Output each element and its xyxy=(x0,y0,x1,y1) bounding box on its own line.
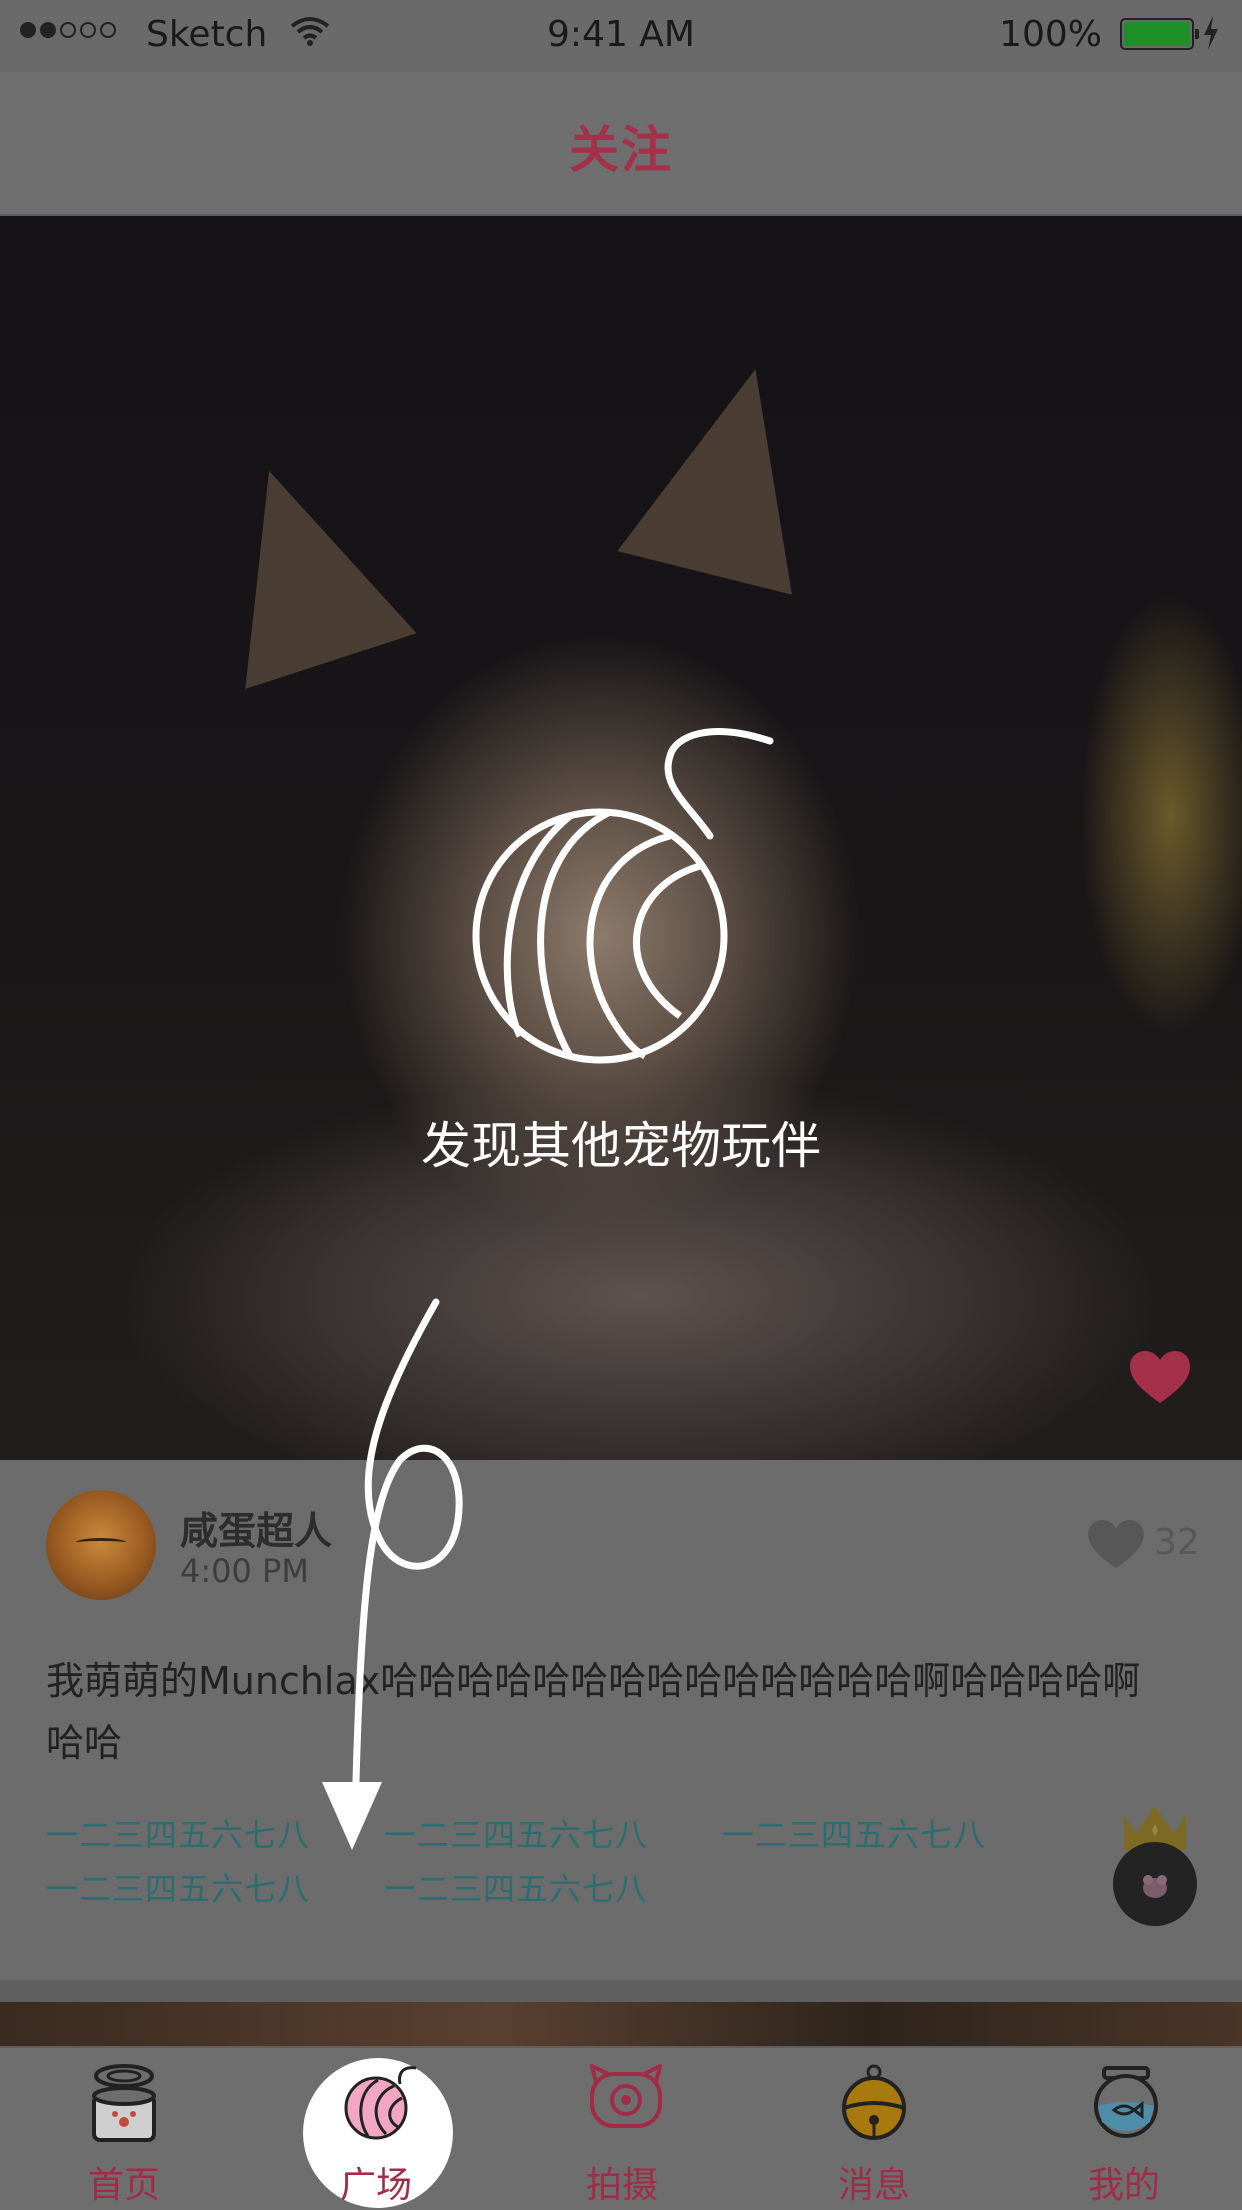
navigation-bar: 关注 xyxy=(0,72,1242,216)
post-card[interactable]: 咸蛋超人 4:00 PM 32 我萌萌的Munchlax哈哈哈哈哈哈哈哈哈哈哈哈… xyxy=(0,1460,1242,1980)
pet-food-can-icon xyxy=(92,2064,156,2142)
tab-label: 拍摄 xyxy=(585,2165,658,2206)
tab-label: 消息 xyxy=(837,2165,910,2206)
tag-link[interactable]: 一二三四五六七八 xyxy=(384,1810,664,1856)
like-count: 32 xyxy=(1154,1522,1200,1563)
tag-link[interactable]: 一二三四五六七八 xyxy=(384,1864,664,1910)
battery-percentage: 100% xyxy=(999,14,1102,55)
divider xyxy=(0,1980,1242,2002)
yarn-ball-icon xyxy=(472,728,774,1064)
tag-link[interactable]: 一二三四五六七八 xyxy=(722,1810,1002,1856)
next-post-image[interactable] xyxy=(0,2002,1242,2046)
tag-list: 一二三四五六七八 一二三四五六七八 一二三四五六七八 一二三四五六七八 一二三四… xyxy=(46,1810,1066,1910)
tab-mine[interactable]: 我的 xyxy=(1024,2048,1224,2210)
tab-home[interactable]: 首页 xyxy=(24,2048,224,2210)
tab-bar: 首页 广场 拍摄 消息 我的 xyxy=(0,2046,1242,2210)
tag-link[interactable]: 一二三四五六七八 xyxy=(46,1810,326,1856)
tab-shoot[interactable]: 拍摄 xyxy=(522,2048,722,2210)
pig-camera-icon xyxy=(590,2064,662,2128)
bell-icon xyxy=(842,2064,906,2140)
post-text: 我萌萌的Munchlax哈哈哈哈哈哈哈哈哈哈哈哈哈哈啊哈哈哈哈啊哈哈 xyxy=(46,1659,1141,1765)
tab-messages[interactable]: 消息 xyxy=(774,2048,974,2210)
hero-caption: 发现其他宠物玩伴 xyxy=(421,1117,821,1175)
post-time: 4:00 PM xyxy=(180,1552,309,1590)
heart-icon[interactable] xyxy=(1088,1520,1144,1570)
fishbowl-icon xyxy=(1094,2066,1158,2138)
avatar[interactable] xyxy=(46,1490,156,1600)
tab-square[interactable]: 广场 xyxy=(276,2048,476,2210)
crown-avatar-icon[interactable] xyxy=(1112,1800,1198,1930)
tab-label: 我的 xyxy=(1087,2165,1160,2206)
page-title: 关注 xyxy=(569,121,673,179)
tag-link[interactable]: 一二三四五六七八 xyxy=(46,1864,326,1910)
cat-ear-left xyxy=(183,443,417,689)
tab-label: 广场 xyxy=(339,2165,412,2206)
yarn-ball-icon xyxy=(344,2066,417,2140)
battery-icon xyxy=(1120,18,1199,50)
cat-ear-right xyxy=(617,347,843,595)
heart-icon[interactable] xyxy=(1130,1351,1190,1405)
hero-image[interactable]: 发现其他宠物玩伴 xyxy=(0,216,1242,1460)
charging-icon xyxy=(1204,16,1218,50)
username[interactable]: 咸蛋超人 xyxy=(180,1500,332,1555)
tab-label: 首页 xyxy=(87,2165,160,2206)
status-bar: Sketch 9:41 AM 100% xyxy=(0,0,1242,72)
